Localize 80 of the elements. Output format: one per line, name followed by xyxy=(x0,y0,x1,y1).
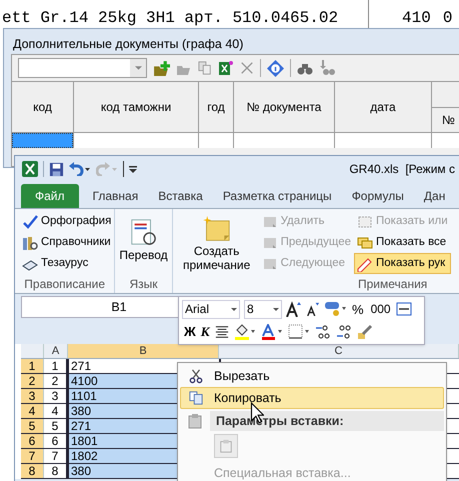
ribbon-tab[interactable]: Разметка страницы xyxy=(212,184,342,208)
align-center-icon[interactable] xyxy=(214,324,229,339)
group-label: Правописание xyxy=(23,276,106,293)
excel-logo-icon[interactable] xyxy=(22,161,38,177)
column-header[interactable]: C xyxy=(334,345,342,358)
ribbon-button[interactable]: Создать примечание xyxy=(176,213,257,275)
add-folder-icon[interactable] xyxy=(153,60,170,76)
group-label: Язык xyxy=(128,276,158,293)
ribbon-button[interactable]: Справочники xyxy=(19,232,114,253)
document-text: ett Gr.14 25kg 3H1 арт. 510.0465.02 xyxy=(2,8,338,29)
ribbon-button[interactable]: Тезаурус xyxy=(19,253,114,274)
percent-button[interactable]: % xyxy=(350,300,366,319)
column-header: № документа xyxy=(246,99,322,116)
merge-center-icon[interactable] xyxy=(396,301,412,318)
font-combo[interactable]: Arial xyxy=(182,300,240,319)
group-label: Примечания xyxy=(356,276,428,293)
clipboard-icon xyxy=(219,438,233,454)
decrease-decimal-icon[interactable] xyxy=(336,324,352,340)
ribbon-button[interactable]: Перевод xyxy=(115,215,172,275)
dropdown-arrow-icon xyxy=(231,308,237,311)
note-icon xyxy=(357,214,373,230)
undo-icon[interactable] xyxy=(69,162,91,176)
document-text: 410 xyxy=(402,8,431,29)
row-header[interactable]: 5 xyxy=(21,419,44,433)
italic-button[interactable]: К xyxy=(200,322,210,342)
column-header: год xyxy=(207,99,225,116)
spreadsheet-icon[interactable] xyxy=(218,60,234,76)
column-header: код xyxy=(33,99,52,116)
font-color-icon[interactable] xyxy=(260,324,283,340)
ribbon-tab[interactable]: Главная xyxy=(82,184,148,208)
increase-decimal-icon[interactable] xyxy=(314,324,331,340)
scissors-icon xyxy=(189,368,203,384)
dropdown-arrow-icon xyxy=(134,66,142,70)
save-icon[interactable] xyxy=(49,162,64,176)
thousands-separator-button[interactable]: 000 xyxy=(370,300,392,318)
row-header[interactable]: 2 xyxy=(21,374,44,388)
format-painter-icon[interactable] xyxy=(356,324,373,340)
window-title: GR40.xls [Режим с xyxy=(349,161,455,178)
combo-box[interactable] xyxy=(18,58,147,78)
column-header: код таможни xyxy=(100,99,172,116)
clipboard-icon xyxy=(187,413,203,429)
window-title: Дополнительные документы (графа 40) xyxy=(13,36,244,53)
column-header[interactable]: B xyxy=(139,345,147,358)
row-header[interactable]: 3 xyxy=(21,389,44,403)
column-header: дата xyxy=(370,99,396,116)
bold-button[interactable]: Ж xyxy=(184,322,196,342)
column-header: № xyxy=(442,112,455,129)
menu-item[interactable]: Копировать xyxy=(180,387,444,409)
copy-icon xyxy=(188,391,204,405)
sticky-note-icon xyxy=(202,216,231,242)
ribbon-button[interactable]: Орфография xyxy=(19,211,114,232)
document-text: 0 xyxy=(442,8,452,29)
column-header[interactable]: A xyxy=(52,345,60,358)
row-header[interactable]: 4 xyxy=(21,404,44,418)
translate-icon xyxy=(129,218,158,246)
ribbon-button[interactable]: Показать все xyxy=(354,232,451,253)
row-header[interactable]: 7 xyxy=(21,449,44,463)
row-header[interactable]: 1 xyxy=(21,359,44,373)
row-header[interactable]: 6 xyxy=(21,434,44,448)
ribbon-tab[interactable]: Вставка xyxy=(148,184,213,208)
file-tab[interactable]: Файл xyxy=(21,184,79,208)
font-size-combo[interactable]: 8 xyxy=(244,300,282,319)
spelling-check-icon xyxy=(22,214,38,230)
info-icon[interactable] xyxy=(267,60,284,76)
shrink-font-icon[interactable] xyxy=(306,302,320,316)
dropdown-arrow-icon xyxy=(273,308,279,311)
currency-format-icon[interactable] xyxy=(324,301,346,318)
grow-font-icon[interactable] xyxy=(286,301,302,318)
customize-menu-icon[interactable] xyxy=(129,164,137,174)
notes-icon xyxy=(357,234,373,250)
row-header[interactable]: 8 xyxy=(21,464,44,478)
current-table-cell[interactable] xyxy=(12,133,73,148)
borders-icon[interactable] xyxy=(288,324,310,340)
pen-icon xyxy=(357,256,373,272)
ribbon-button[interactable]: Показать рук xyxy=(354,253,451,274)
menu-section-header: Параметры вставки: xyxy=(210,411,444,431)
ribbon-tab[interactable]: Дан xyxy=(414,184,456,208)
fill-color-icon[interactable] xyxy=(234,324,256,340)
books-icon xyxy=(22,234,38,250)
ribbon-tab[interactable]: Формулы xyxy=(342,184,414,208)
